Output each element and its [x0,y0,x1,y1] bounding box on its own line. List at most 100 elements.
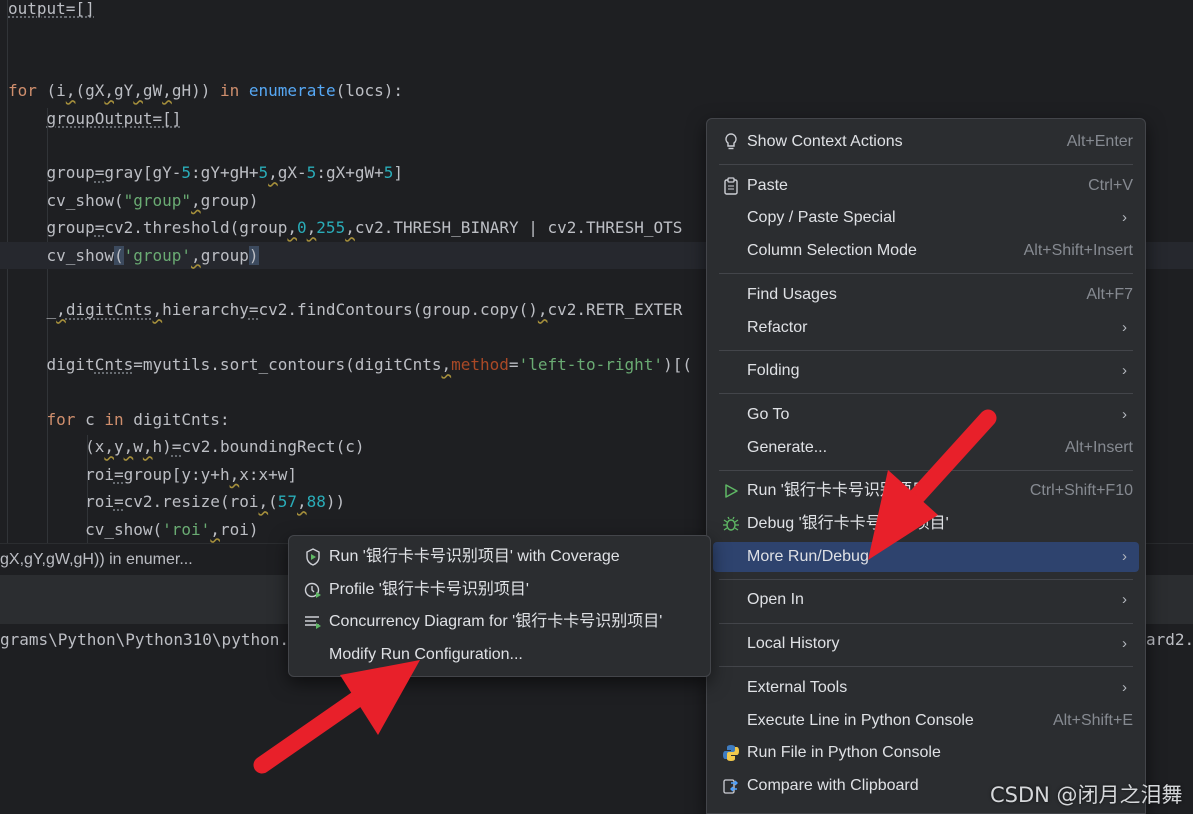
code-token: roi [8,492,114,512]
code-token: , [441,355,452,375]
menu-item-folding[interactable]: Folding › [713,356,1139,386]
menu-item-label: Run '银行卡卡号识别项目' [747,482,931,500]
code-line[interactable]: for (i,(gX,gY,gW,gH)) in enumerate(locs)… [0,77,1193,104]
menu-item-run-with-coverage[interactable]: Run '银行卡卡号识别项目' with Coverage [295,542,704,572]
code-token: enumerate [248,81,336,101]
code-token: group[y:y+h [123,464,230,484]
menu-item-label: Go To [747,405,790,423]
menu-item-run[interactable]: Run '银行卡卡号识别项目' Ctrl+Shift+F10 [713,476,1139,506]
menu-item-label: Profile '银行卡卡号识别项目' [329,580,529,598]
menu-item-more-run-debug[interactable]: More Run/Debug › [713,541,1139,572]
chevron-right-icon: › [1122,635,1127,653]
menu-item-concurrency-diagram-for[interactable]: Concurrency Diagram for '银行卡卡号识别项目' [295,607,704,637]
code-token: , [258,492,269,512]
menu-item-label: Execute Line in Python Console [747,711,974,729]
menu-item-go-to[interactable]: Go To › [713,400,1139,430]
menu-item-shortcut: Ctrl+Shift+F10 [1029,482,1133,500]
code-token: roi [8,464,114,484]
menu-item-execute-line-in-python-console[interactable]: Execute Line in Python Console Alt+Shift+… [713,706,1139,736]
menu-item-generate[interactable]: Generate... Alt+Insert [713,433,1139,463]
code-token: c [75,410,105,429]
code-token: , [268,163,278,183]
code-token: 5 [258,163,269,183]
menu-item-label: Run File in Python Console [747,744,941,762]
menu-separator [719,349,1133,351]
code-token: cv2.findContours(group.copy() [258,300,538,320]
code-token: , [104,81,114,101]
chevron-right-icon: › [1122,318,1127,336]
concurrency-icon [303,607,323,637]
code-token: gX- [277,163,307,183]
menu-item-open-in[interactable]: Open In › [713,585,1139,615]
code-line[interactable] [0,22,1193,49]
chevron-right-icon: › [1122,678,1127,696]
menu-item-find-usages[interactable]: Find Usages Alt+F7 [713,280,1139,310]
clipboard-icon [721,171,741,201]
menu-item-external-tools[interactable]: External Tools › [713,673,1139,703]
menu-separator [719,578,1133,580]
code-token: (locs): [335,81,404,101]
code-token: = [248,300,259,320]
code-token: group [8,163,95,183]
code-token: (x [8,437,105,457]
menu-item-label: Concurrency Diagram for '银行卡卡号识别项目' [329,613,663,631]
code-token: ] [393,163,404,183]
code-token: cv_show [8,245,114,265]
code-token: ( [113,245,124,265]
code-token: =myutils.sort_contours(digitCnts [133,355,442,375]
menu-separator [719,273,1133,275]
code-token: , [142,437,153,457]
menu-item-label: Run '银行卡卡号识别项目' with Coverage [329,548,620,565]
code-line[interactable] [0,50,1193,77]
code-token: group [200,245,249,265]
code-token: :gY+gH+ [191,163,259,183]
menu-item-profile[interactable]: Profile '银行卡卡号识别项目' [295,575,704,605]
code-token: groupOutput=[] [46,108,182,128]
console-output-tail: ard2. [1146,630,1193,649]
code-token: , [162,81,172,101]
menu-item-run-file-in-python-console[interactable]: Run File in Python Console [713,738,1139,768]
menu-item-label: Paste [747,176,788,194]
menu-item-column-selection-mode[interactable]: Column Selection Mode Alt+Shift+Insert [713,236,1139,266]
python-icon [721,738,741,768]
menu-item-local-history[interactable]: Local History › [713,629,1139,659]
menu-separator [719,622,1133,624]
code-token: for [46,410,76,429]
chevron-right-icon: › [1122,362,1127,380]
menu-item-label: Open In [747,591,804,609]
code-token: for [8,81,37,101]
menu-item-label: Modify Run Configuration... [329,645,523,663]
menu-item-shortcut: Alt+Insert [1064,438,1133,456]
code-token: gH)) [171,81,220,101]
menu-item-shortcut: Alt+Enter [1066,133,1133,150]
code-token: )[( [663,355,692,375]
code-token: digit [8,355,95,375]
code-token: cv2.RETR_EXTER [547,300,683,320]
menu-item-shortcut: Alt+F7 [1086,285,1133,303]
code-token: , [123,437,134,457]
menu-item-label: Refactor [747,318,808,336]
menu-item-show-context-actions[interactable]: Show Context Actions Alt+Enter [713,127,1139,157]
lightbulb-icon [721,127,741,157]
code-token: gW [142,81,163,101]
menu-item-modify-run-configuration[interactable]: Modify Run Configuration... [295,640,704,670]
code-token: in [104,410,124,429]
menu-separator [719,393,1133,395]
code-token: , [65,81,76,101]
menu-item-copy-paste-special[interactable]: Copy / Paste Special › [713,203,1139,233]
code-token: , [191,190,201,210]
menu-item-label: Column Selection Mode [747,242,917,260]
code-token: 255 [316,218,346,238]
menu-item-debug[interactable]: Debug '银行卡卡号识别项目' [713,509,1139,539]
coverage-icon [303,542,323,572]
code-token: , [345,218,355,238]
watermark: CSDN @闭月之泪舞 [990,783,1183,807]
menu-item-refactor[interactable]: Refactor › [713,313,1139,343]
code-token: cv2.THRESH_BINARY | cv2.THRESH_OTS [354,218,683,238]
code-line[interactable]: output=[] [0,0,1193,22]
menu-item-paste[interactable]: Paste Ctrl+V [713,171,1139,201]
menu-item-label: External Tools [747,678,848,696]
code-token: 'group' [123,245,192,265]
